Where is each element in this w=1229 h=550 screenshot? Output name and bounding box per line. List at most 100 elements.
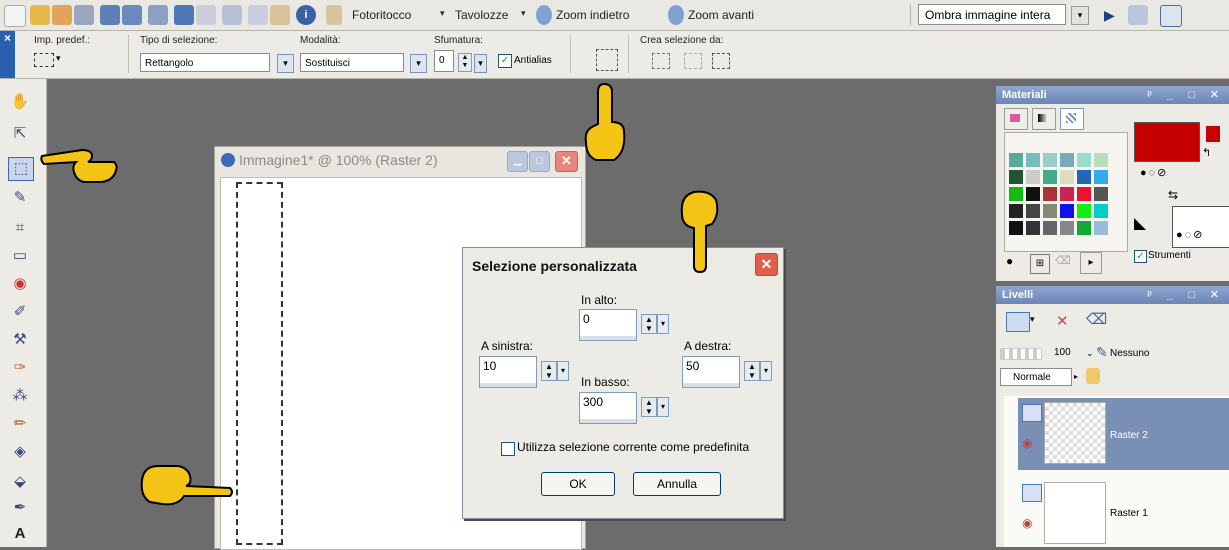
bottom-dropdown-button[interactable]: ▾ [657,397,669,417]
background-color-swatch[interactable] [1172,206,1229,248]
foreground-color-swatch[interactable] [1134,122,1200,162]
swatch[interactable] [1043,187,1057,201]
bottom-field[interactable]: 300 [579,392,637,424]
swatch[interactable] [1026,204,1040,218]
top-slider-track[interactable] [580,336,636,340]
swatch[interactable] [1094,187,1108,201]
text-tool-icon[interactable]: A [8,523,32,545]
swatch[interactable] [1060,221,1074,235]
left-spinner[interactable]: ▲ ▼ [541,361,557,381]
save-as-icon[interactable] [122,5,142,25]
redo-icon[interactable] [196,5,216,25]
swatch[interactable] [1060,204,1074,218]
foreground-color-mini[interactable] [1206,126,1220,142]
lock-icon[interactable] [1086,368,1100,384]
fotoritocco-menu[interactable]: Fotoritocco [352,8,411,22]
swatch[interactable] [1009,221,1023,235]
eraser-tool-icon[interactable]: ◈ [8,441,32,463]
new-layer-icon[interactable] [1006,312,1030,332]
clone-tool-icon[interactable]: ⚒ [8,329,32,351]
pick-tool-icon[interactable]: ⇱ [8,123,32,145]
top-field[interactable]: 0 [579,309,637,341]
crop-tool-icon[interactable]: ⌗ [8,217,32,239]
selection-type-select[interactable]: Rettangolo [140,53,270,72]
right-slider-track[interactable] [683,383,739,387]
left-slider-track[interactable] [480,383,536,387]
trash-icon[interactable]: ⌫ [1054,254,1072,272]
swatch[interactable] [1094,204,1108,218]
paint-brush-tool-icon[interactable]: ✏ [8,413,32,435]
mode-select[interactable]: Sostituisci [300,53,404,72]
texture-icon[interactable]: ⊞ [1030,254,1050,274]
swatch[interactable] [1060,187,1074,201]
layers-panel-title[interactable]: Livelli ᵖ _ □ ✕ [996,286,1229,304]
foreground-options-icon[interactable]: ●◌⊘ [1140,166,1168,179]
paste-icon[interactable] [270,5,290,25]
selection-from-canvas-icon[interactable] [712,53,730,69]
opacity-value[interactable]: 100 [1054,347,1071,358]
dialog-titlebar[interactable]: Selezione personalizzata ✕ [463,248,783,282]
swatch[interactable] [1043,170,1057,184]
dodge-tool-icon[interactable]: ⁂ [8,385,32,407]
swatch[interactable] [1009,204,1023,218]
chevron-down-icon[interactable]: ▾ [440,8,445,19]
dialog-close-button[interactable]: ✕ [755,253,778,276]
zoom-in-button[interactable]: Zoom avanti [688,8,754,22]
maximize-button[interactable]: □ [529,151,550,172]
frame-palette-tab[interactable] [1004,108,1028,130]
selection-type-dropdown-button[interactable]: ▾ [277,54,294,73]
swatch[interactable] [1060,170,1074,184]
selection-tool-icon[interactable]: ⬚ [8,157,34,181]
makeover-tool-icon[interactable]: ✐ [8,301,32,323]
retouch-tool-icon[interactable]: ✑ [8,357,32,379]
background-options-icon[interactable]: ●◌⊘ [1176,228,1204,241]
feather-field[interactable]: 0 [434,50,454,72]
close-button[interactable]: ✕ [555,151,578,172]
bottom-slider-track[interactable] [580,419,636,423]
top-dropdown-button[interactable]: ▾ [657,314,669,334]
options-close-button[interactable]: × [0,31,15,78]
visibility-eye-icon[interactable]: ◉ [1022,436,1032,450]
swatch[interactable] [1077,204,1091,218]
visibility-eye-icon[interactable]: ◉ [1022,516,1032,530]
blend-mode-arrow-icon[interactable]: ▸ [1074,372,1078,381]
swatch[interactable] [1009,153,1023,167]
bottom-spinner[interactable]: ▲ ▼ [641,397,657,417]
move-tool-icon[interactable]: ▭ [8,245,32,267]
default-colors-icon[interactable] [1134,218,1146,230]
undo-icon[interactable] [174,5,194,25]
swatch[interactable] [1094,153,1108,167]
pen-tool-icon[interactable]: ✒ [8,497,32,519]
chevron-down-icon[interactable]: ▾ [56,53,61,64]
zoom-in-icon[interactable] [668,5,684,25]
use-as-default-checkbox[interactable] [501,442,515,456]
mode-dropdown-button[interactable]: ▾ [410,54,427,73]
view-mode-select[interactable]: Ombra immagine intera [918,4,1066,25]
open-folder-icon[interactable] [30,5,50,25]
swatch[interactable] [1043,204,1057,218]
custom-selection-icon[interactable] [596,49,618,71]
opacity-slider[interactable] [1000,348,1042,360]
play-icon[interactable]: ▶ [1104,5,1120,25]
tools-checkbox[interactable]: ✓ [1134,250,1147,263]
zoom-out-icon[interactable] [536,5,552,25]
blend-mode-select[interactable]: Normale [1000,368,1072,386]
panel-window-controls-icon[interactable]: ᵖ _ □ ✕ [1148,86,1225,104]
script-icon[interactable] [1128,5,1148,25]
left-field[interactable]: 10 [479,356,537,388]
layer-row[interactable]: ◉ Raster 1 [1018,478,1229,546]
pan-tool-icon[interactable]: ✋ [8,91,32,113]
top-spinner[interactable]: ▲ ▼ [641,314,657,334]
red-eye-tool-icon[interactable]: ◉ [8,273,32,295]
swap-colors-icon[interactable]: ↰ [1202,146,1211,159]
feather-spinner[interactable]: ▲ ▼ [458,53,472,72]
layer-row[interactable]: ◉ Raster 2 [1018,398,1229,470]
antialias-checkbox[interactable]: ✓ [498,54,512,68]
panel-window-controls-icon[interactable]: ᵖ _ □ ✕ [1148,286,1225,304]
edit-selection-icon[interactable]: ⌫ [1086,310,1107,328]
swatch-grid[interactable] [1004,132,1128,252]
swatch[interactable] [1077,170,1091,184]
info-icon[interactable]: i [296,5,316,25]
marquee-preset-icon[interactable] [34,53,54,67]
swatch[interactable] [1077,221,1091,235]
